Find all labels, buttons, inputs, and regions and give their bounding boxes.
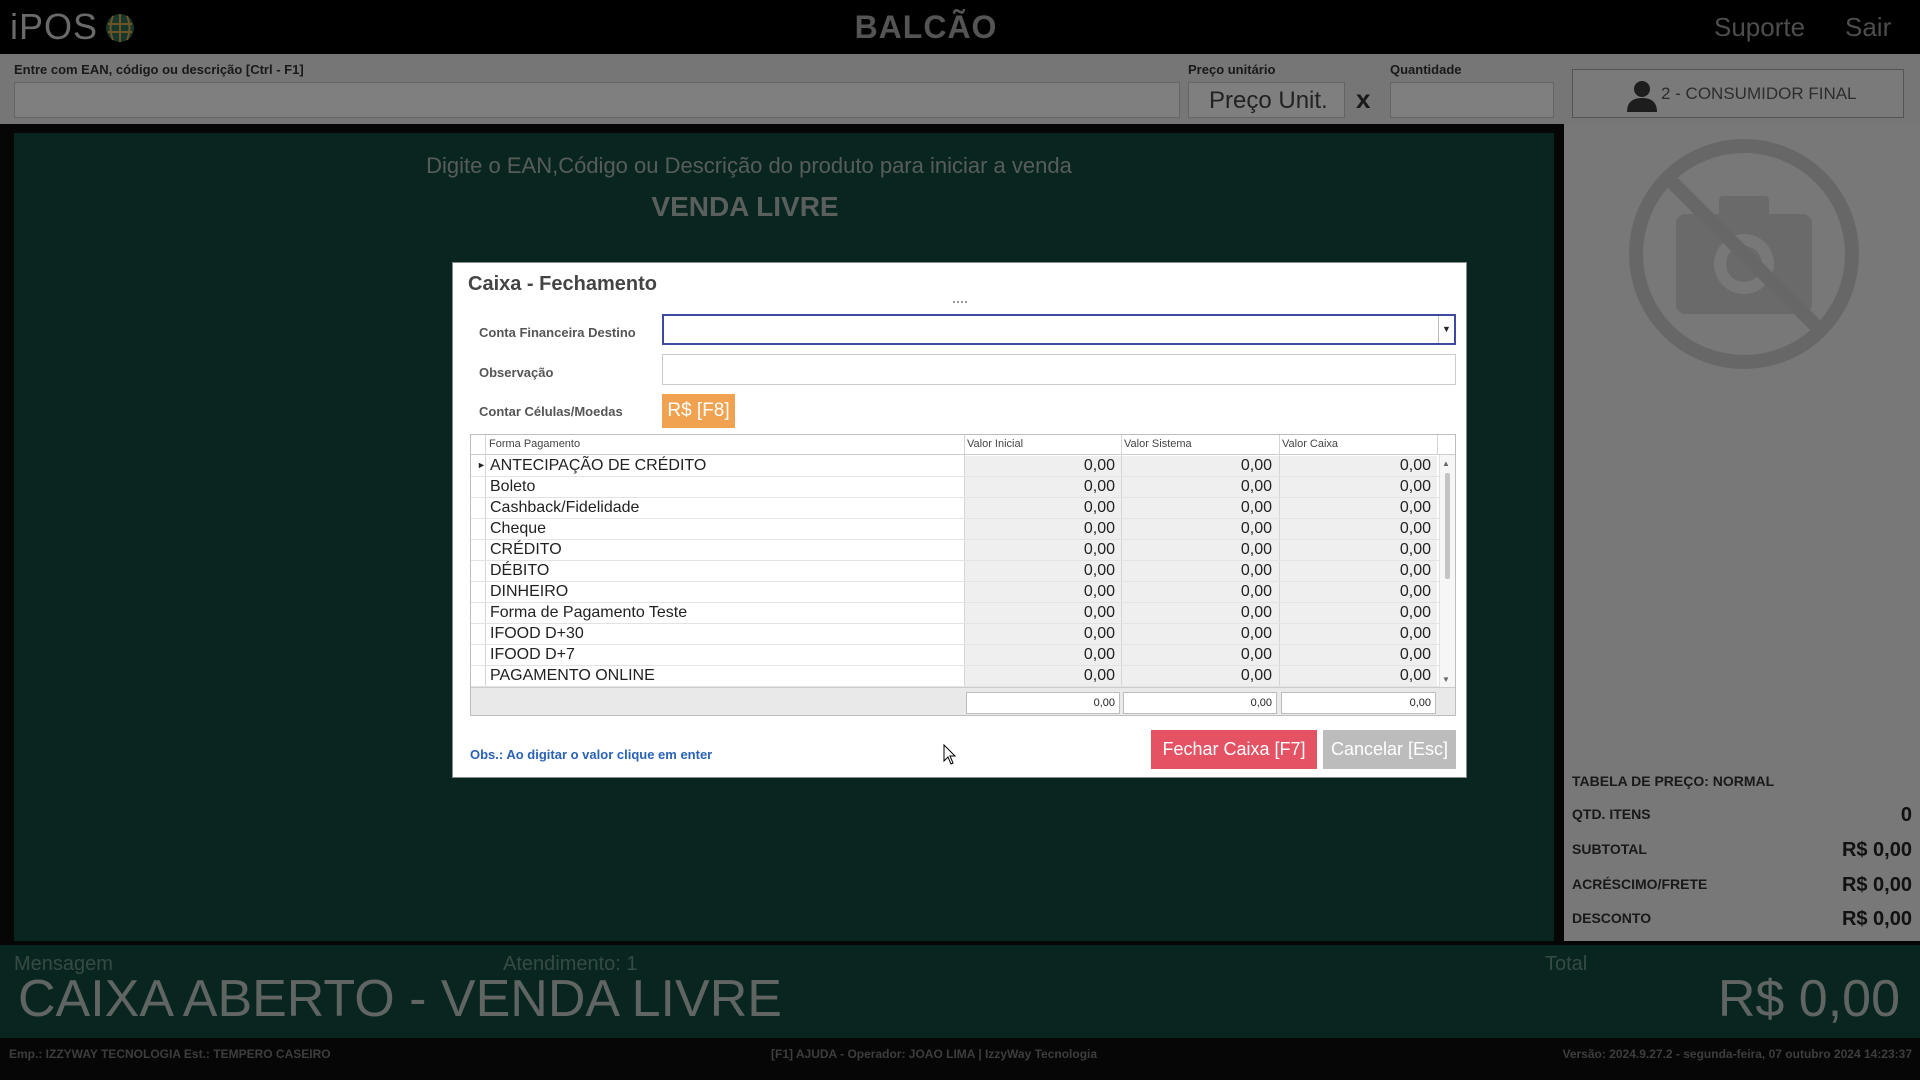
valor-caixa[interactable]: 0,00 (1280, 646, 1431, 664)
valor-caixa[interactable]: 0,00 (1280, 541, 1431, 559)
col-inicial[interactable]: Valor Inicial (967, 438, 1023, 450)
close-register-dialog: Caixa - Fechamento Conta Financeira Dest… (452, 262, 1467, 778)
valor-caixa[interactable]: 0,00 (1280, 604, 1431, 622)
valor-inicial[interactable]: 0,00 (965, 541, 1115, 559)
valor-sistema[interactable]: 0,00 (1122, 625, 1272, 643)
valor-sistema[interactable]: 0,00 (1122, 667, 1272, 685)
valor-sistema[interactable]: 0,00 (1122, 646, 1272, 664)
valor-caixa[interactable]: 0,00 (1280, 667, 1431, 685)
valor-sistema[interactable]: 0,00 (1122, 604, 1272, 622)
table-row[interactable]: Cashback/Fidelidade 0,00 0,00 0,00 (471, 498, 1439, 519)
table-row[interactable]: DINHEIRO 0,00 0,00 0,00 (471, 582, 1439, 603)
account-select[interactable]: ▼ (662, 314, 1456, 345)
valor-sistema[interactable]: 0,00 (1122, 541, 1272, 559)
col-sistema[interactable]: Valor Sistema (1124, 438, 1192, 450)
col-caixa[interactable]: Valor Caixa (1282, 438, 1338, 450)
col-forma[interactable]: Forma Pagamento (489, 438, 580, 450)
payment-name: DINHEIRO (490, 583, 569, 600)
valor-inicial[interactable]: 0,00 (965, 457, 1115, 475)
payment-name: PAGAMENTO ONLINE (490, 667, 655, 684)
payment-name: Forma de Pagamento Teste (490, 604, 688, 621)
observation-label: Observação (479, 365, 554, 380)
valor-inicial[interactable]: 0,00 (965, 604, 1115, 622)
valor-caixa[interactable]: 0,00 (1280, 499, 1431, 517)
valor-caixa[interactable]: 0,00 (1280, 478, 1431, 496)
total-sistema: 0,00 (1123, 692, 1277, 714)
valor-caixa[interactable]: 0,00 (1280, 562, 1431, 580)
grid-header: Forma Pagamento Valor Inicial Valor Sist… (471, 435, 1455, 455)
valor-inicial[interactable]: 0,00 (965, 520, 1115, 538)
payment-name: IFOOD D+30 (490, 625, 584, 642)
scroll-down-icon[interactable]: ▼ (1442, 675, 1450, 684)
valor-inicial[interactable]: 0,00 (965, 583, 1115, 601)
valor-sistema[interactable]: 0,00 (1122, 499, 1272, 517)
total-caixa: 0,00 (1281, 692, 1436, 714)
chevron-down-icon[interactable]: ▼ (1438, 316, 1454, 343)
table-row[interactable]: Cheque 0,00 0,00 0,00 (471, 519, 1439, 540)
valor-caixa[interactable]: 0,00 (1280, 583, 1431, 601)
payment-name: IFOOD D+7 (490, 646, 575, 663)
dialog-title: Caixa - Fechamento (468, 273, 657, 295)
valor-inicial[interactable]: 0,00 (965, 667, 1115, 685)
valor-sistema[interactable]: 0,00 (1122, 562, 1272, 580)
close-register-button[interactable]: Fechar Caixa [F7] (1151, 730, 1317, 769)
account-label: Conta Financeira Destino (479, 325, 636, 340)
table-row[interactable]: IFOOD D+7 0,00 0,00 0,00 (471, 645, 1439, 666)
table-row[interactable]: Boleto 0,00 0,00 0,00 (471, 477, 1439, 498)
pos-app: iPOS BALCÃO Suporte Sair Entre com EAN, … (0, 0, 1920, 1080)
table-row[interactable]: CRÉDITO 0,00 0,00 0,00 (471, 540, 1439, 561)
valor-inicial[interactable]: 0,00 (965, 625, 1115, 643)
scroll-thumb[interactable] (1445, 473, 1450, 579)
table-row[interactable]: PAGAMENTO ONLINE 0,00 0,00 0,00 (471, 666, 1439, 687)
count-cash-label: Contar Células/Moedas (479, 404, 623, 419)
table-row[interactable]: ► ANTECIPAÇÃO DE CRÉDITO 0,00 0,00 0,00 (471, 456, 1439, 477)
payment-grid: Forma Pagamento Valor Inicial Valor Sist… (470, 434, 1456, 716)
total-inicial: 0,00 (966, 692, 1120, 714)
payment-name: Cheque (490, 520, 547, 537)
count-cash-button[interactable]: R$ [F8] (662, 394, 735, 428)
valor-sistema[interactable]: 0,00 (1122, 583, 1272, 601)
valor-inicial[interactable]: 0,00 (965, 646, 1115, 664)
payment-name: DÉBITO (490, 562, 550, 579)
valor-caixa[interactable]: 0,00 (1280, 520, 1431, 538)
current-row-icon: ► (477, 460, 486, 470)
observation-input[interactable] (662, 354, 1456, 385)
payment-name: ANTECIPAÇÃO DE CRÉDITO (490, 457, 707, 474)
table-row[interactable]: IFOOD D+30 0,00 0,00 0,00 (471, 624, 1439, 645)
table-row[interactable]: Forma de Pagamento Teste 0,00 0,00 0,00 (471, 603, 1439, 624)
payment-name: Cashback/Fidelidade (490, 499, 640, 516)
valor-inicial[interactable]: 0,00 (965, 562, 1115, 580)
valor-sistema[interactable]: 0,00 (1122, 478, 1272, 496)
valor-sistema[interactable]: 0,00 (1122, 520, 1272, 538)
payment-name: CRÉDITO (490, 541, 562, 558)
valor-inicial[interactable]: 0,00 (965, 499, 1115, 517)
valor-caixa[interactable]: 0,00 (1280, 625, 1431, 643)
table-row[interactable]: DÉBITO 0,00 0,00 0,00 (471, 561, 1439, 582)
scroll-up-icon[interactable]: ▲ (1442, 459, 1450, 468)
payment-name: Boleto (490, 478, 536, 495)
enter-hint: Obs.: Ao digitar o valor clique em enter (470, 747, 713, 762)
mouse-cursor-icon (943, 744, 957, 765)
grid-totals: 0,00 0,00 0,00 (471, 687, 1455, 715)
valor-inicial[interactable]: 0,00 (965, 478, 1115, 496)
drag-handle[interactable] (953, 301, 967, 303)
cancel-button[interactable]: Cancelar [Esc] (1323, 730, 1456, 769)
valor-sistema[interactable]: 0,00 (1122, 457, 1272, 475)
grid-scrollbar[interactable]: ▲ ▼ (1439, 455, 1455, 687)
valor-caixa[interactable]: 0,00 (1280, 457, 1431, 475)
